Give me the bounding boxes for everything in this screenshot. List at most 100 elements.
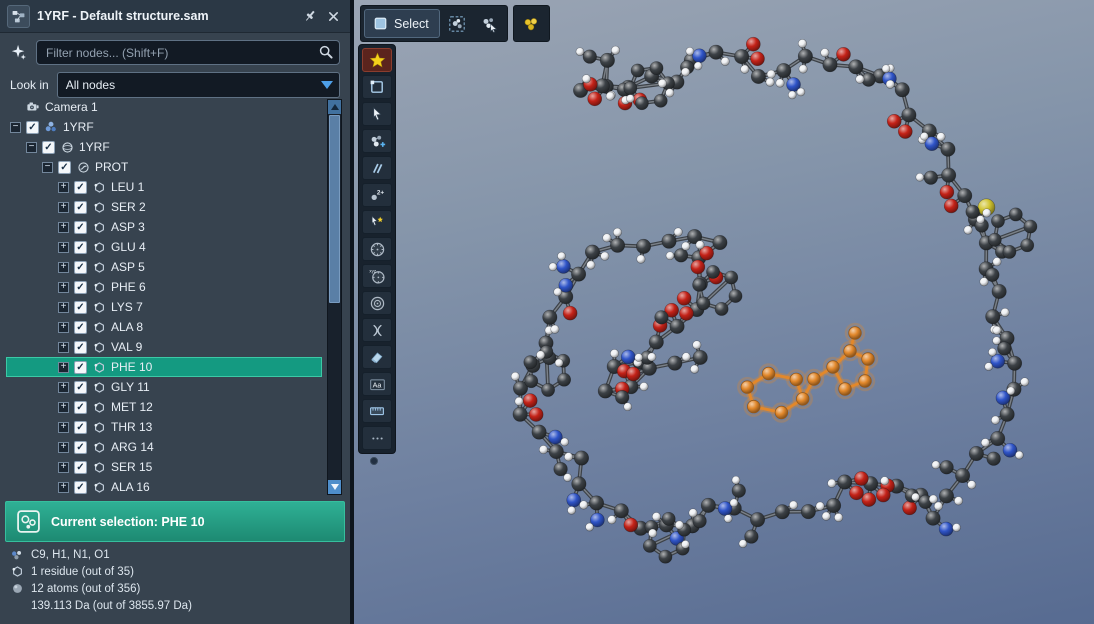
node-visibility-checkbox[interactable]: ✓ (74, 401, 87, 414)
select-connected-button[interactable] (443, 9, 472, 38)
tree-row-thr-13[interactable]: +✓THR 13 (6, 417, 322, 437)
tool-eraser[interactable] (362, 345, 392, 369)
look-in-dropdown[interactable]: All nodes (57, 72, 340, 98)
tree-row-val-9[interactable]: +✓VAL 9 (6, 337, 322, 357)
composition-icon (10, 548, 24, 562)
atom-count-icon (10, 582, 24, 596)
structure-icon (44, 120, 58, 134)
tree-row-glu-4[interactable]: +✓GLU 4 (6, 237, 322, 257)
expand-icon[interactable]: + (58, 402, 69, 413)
node-visibility-checkbox[interactable]: ✓ (74, 461, 87, 474)
expand-icon[interactable]: + (58, 242, 69, 253)
tree-label: GLY 11 (111, 380, 150, 394)
expand-icon[interactable]: + (58, 262, 69, 273)
filter-sparkle-icon[interactable] (7, 41, 30, 64)
node-visibility-checkbox[interactable]: ✓ (74, 441, 87, 454)
node-visibility-checkbox[interactable]: ✓ (74, 261, 87, 274)
expand-icon[interactable]: + (58, 342, 69, 353)
tree-row-ser-2[interactable]: +✓SER 2 (6, 197, 322, 217)
tool-measure[interactable] (362, 156, 392, 180)
tree-row-gly-11[interactable]: + ✓ GLY 11 (6, 377, 322, 397)
expand-icon[interactable]: + (58, 422, 69, 433)
tree-label: ASP 5 (111, 260, 145, 274)
tool-ruler[interactable] (362, 399, 392, 423)
tool-presets[interactable] (362, 48, 392, 72)
tool-add-structure[interactable] (362, 129, 392, 153)
close-icon[interactable] (325, 8, 341, 24)
tree-row-ser-15[interactable]: + ✓ SER 15 (6, 457, 322, 477)
highlight-selection-button[interactable] (517, 9, 546, 38)
select-mode-button[interactable]: Select (364, 9, 440, 38)
collapse-icon[interactable]: − (10, 122, 21, 133)
tree-row-ala-8[interactable]: +✓ALA 8 (6, 317, 322, 337)
collapse-icon[interactable]: − (42, 162, 53, 173)
expand-icon[interactable]: + (58, 442, 69, 453)
tree-row-prot[interactable]: −✓PROT (6, 157, 322, 177)
node-visibility-checkbox[interactable]: ✓ (74, 181, 87, 194)
scroll-up-button[interactable] (328, 100, 341, 114)
collapse-icon[interactable]: − (26, 142, 37, 153)
residue-count-text: 1 residue (out of 35) (31, 566, 134, 578)
marquee-icon (369, 79, 385, 95)
node-visibility-checkbox[interactable]: ✓ (74, 321, 87, 334)
tool-pointer[interactable] (362, 102, 392, 126)
node-visibility-checkbox[interactable]: ✓ (74, 241, 87, 254)
tree-row-phe-6[interactable]: +✓PHE 6 (6, 277, 322, 297)
select-similar-button[interactable] (475, 9, 504, 38)
node-visibility-checkbox[interactable]: ✓ (74, 341, 87, 354)
tree-row-asp-5[interactable]: + ✓ ASP 5 (6, 257, 322, 277)
tree-row-asp-3[interactable]: +✓ASP 3 (6, 217, 322, 237)
tree-row-arg-14[interactable]: +✓ARG 14 (6, 437, 322, 457)
expand-icon[interactable]: + (58, 282, 69, 293)
tree-label: SER 15 (111, 460, 152, 474)
tree-row-1yrf[interactable]: −✓1YRF (6, 137, 322, 157)
scrollbar-thumb[interactable] (329, 115, 340, 303)
tree-scrollbar[interactable] (327, 99, 342, 495)
tree-row-camera-1[interactable]: Camera 1 (6, 97, 322, 117)
select-mode-label: Select (394, 17, 429, 31)
tool-labels[interactable]: Aa (362, 372, 392, 396)
viewport-3d[interactable]: Select 2+ xyz Aa (350, 0, 1094, 624)
tool-translate-xyz[interactable]: xyz (362, 264, 392, 288)
expand-icon[interactable]: + (58, 382, 69, 393)
node-visibility-checkbox[interactable]: ✓ (74, 481, 87, 494)
node-visibility-checkbox[interactable]: ✓ (58, 161, 71, 174)
expand-icon[interactable]: + (58, 222, 69, 233)
node-visibility-checkbox[interactable]: ✓ (74, 381, 87, 394)
tool-charges[interactable]: 2+ (362, 183, 392, 207)
node-visibility-checkbox[interactable]: ✓ (74, 361, 87, 374)
filter-row (0, 33, 350, 68)
node-visibility-checkbox[interactable]: ✓ (74, 221, 87, 234)
residue-icon (92, 240, 106, 254)
tool-twist[interactable] (362, 318, 392, 342)
expand-icon[interactable]: + (58, 302, 69, 313)
toolbar-handle[interactable] (370, 457, 378, 465)
node-visibility-checkbox[interactable]: ✓ (74, 201, 87, 214)
tree-row-phe-10[interactable]: +✓PHE 10 (6, 357, 322, 377)
tree-row-1yrf[interactable]: −✓1YRF (6, 117, 322, 137)
expand-icon[interactable]: + (58, 482, 69, 493)
camera-icon (26, 100, 40, 114)
tree-row-ala-16[interactable]: +✓ALA 16 (6, 477, 322, 497)
tree-row-met-12[interactable]: +✓MET 12 (6, 397, 322, 417)
expand-icon[interactable]: + (58, 362, 69, 373)
tree-row-leu-1[interactable]: +✓LEU 1 (6, 177, 322, 197)
node-visibility-checkbox[interactable]: ✓ (26, 121, 39, 134)
tool-rotate-view[interactable] (362, 237, 392, 261)
tree-row-lys-7[interactable]: +✓LYS 7 (6, 297, 322, 317)
node-visibility-checkbox[interactable]: ✓ (42, 141, 55, 154)
expand-icon[interactable]: + (58, 322, 69, 333)
tool-more-tools[interactable] (362, 426, 392, 450)
expand-icon[interactable]: + (58, 462, 69, 473)
node-visibility-checkbox[interactable]: ✓ (74, 281, 87, 294)
pin-icon[interactable] (302, 8, 318, 24)
expand-icon[interactable]: + (58, 202, 69, 213)
node-visibility-checkbox[interactable]: ✓ (74, 301, 87, 314)
tool-orbit[interactable] (362, 291, 392, 315)
node-visibility-checkbox[interactable]: ✓ (74, 421, 87, 434)
scroll-down-button[interactable] (328, 480, 341, 494)
filter-nodes-input[interactable] (36, 40, 340, 65)
tool-smart-select[interactable] (362, 210, 392, 234)
tool-selection-box[interactable] (362, 75, 392, 99)
expand-icon[interactable]: + (58, 182, 69, 193)
